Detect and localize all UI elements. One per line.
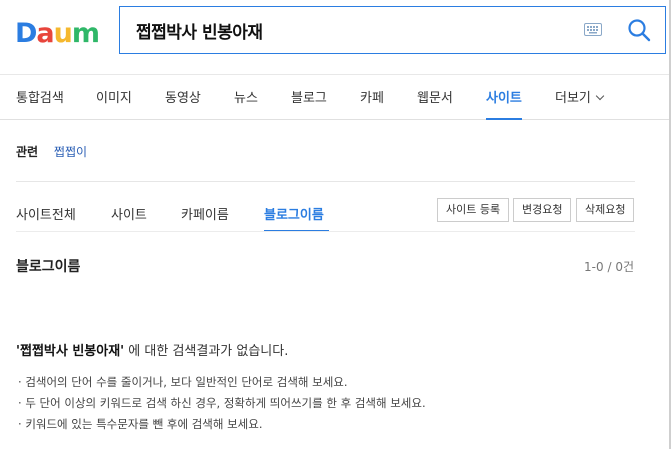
search-tip: 검색어의 단어 수를 줄이거나, 보다 일반적인 단어로 검색해 보세요. [18, 372, 426, 393]
daum-logo[interactable]: Daum [15, 14, 101, 50]
register-site-button[interactable]: 사이트 등록 [437, 198, 510, 222]
search-tip: 두 단어 이상의 키워드로 검색 하신 경우, 정확하게 띄어쓰기를 한 후 검… [18, 393, 425, 414]
keyboard-icon[interactable] [584, 23, 602, 36]
tab-cafe[interactable]: 카페 [360, 87, 384, 106]
subtab-blog-name[interactable]: 블로그이름 [264, 204, 324, 223]
search-icon[interactable] [626, 17, 652, 43]
chevron-down-icon [595, 91, 605, 101]
tab-all[interactable]: 통합검색 [16, 87, 64, 106]
search-tabs: 통합검색 이미지 동영상 뉴스 블로그 카페 웹문서 사이트 더보기 [0, 74, 671, 120]
tab-more[interactable]: 더보기 [555, 87, 605, 106]
divider [16, 231, 635, 232]
search-input[interactable] [136, 7, 576, 53]
divider [16, 181, 635, 182]
tab-blog[interactable]: 블로그 [291, 87, 327, 106]
change-request-button[interactable]: 변경요청 [513, 198, 572, 222]
section-title: 블로그이름 [16, 259, 81, 275]
tab-webdocs[interactable]: 웹문서 [417, 87, 453, 106]
subtab-site[interactable]: 사이트 [111, 204, 147, 223]
subtab-site-all[interactable]: 사이트전체 [16, 204, 76, 223]
active-tab-indicator [486, 118, 522, 120]
tab-site[interactable]: 사이트 [486, 87, 522, 106]
logo-text: Daum [15, 18, 99, 49]
search-tip: 키워드에 있는 특수문자를 뺀 후에 검색해 보세요. [18, 414, 426, 435]
subtab-cafe-name[interactable]: 카페이름 [181, 204, 229, 223]
no-result-message: '쩝쩝박사 빈봉아재' 에 대한 검색결과가 없습니다. [16, 340, 288, 359]
related-label: 관련 [16, 145, 39, 159]
tab-more-label: 더보기 [555, 91, 591, 106]
search-tips: 검색어의 단어 수를 줄이거나, 보다 일반적인 단어로 검색해 보세요. 두 … [18, 372, 426, 435]
no-result-text: 에 대한 검색결과가 없습니다. [124, 344, 289, 359]
tab-images[interactable]: 이미지 [96, 87, 132, 106]
search-box [119, 6, 666, 54]
tab-news[interactable]: 뉴스 [234, 87, 258, 106]
related-link[interactable]: 쩝쩝이 [54, 145, 87, 159]
delete-request-button[interactable]: 삭제요청 [576, 198, 635, 222]
related-searches: 관련 쩝쩝이 [16, 143, 87, 160]
tab-video[interactable]: 동영상 [165, 87, 201, 106]
result-count: 1-0 / 0건 [584, 260, 634, 274]
no-result-query: '쩝쩝박사 빈봉아재' [16, 344, 125, 359]
